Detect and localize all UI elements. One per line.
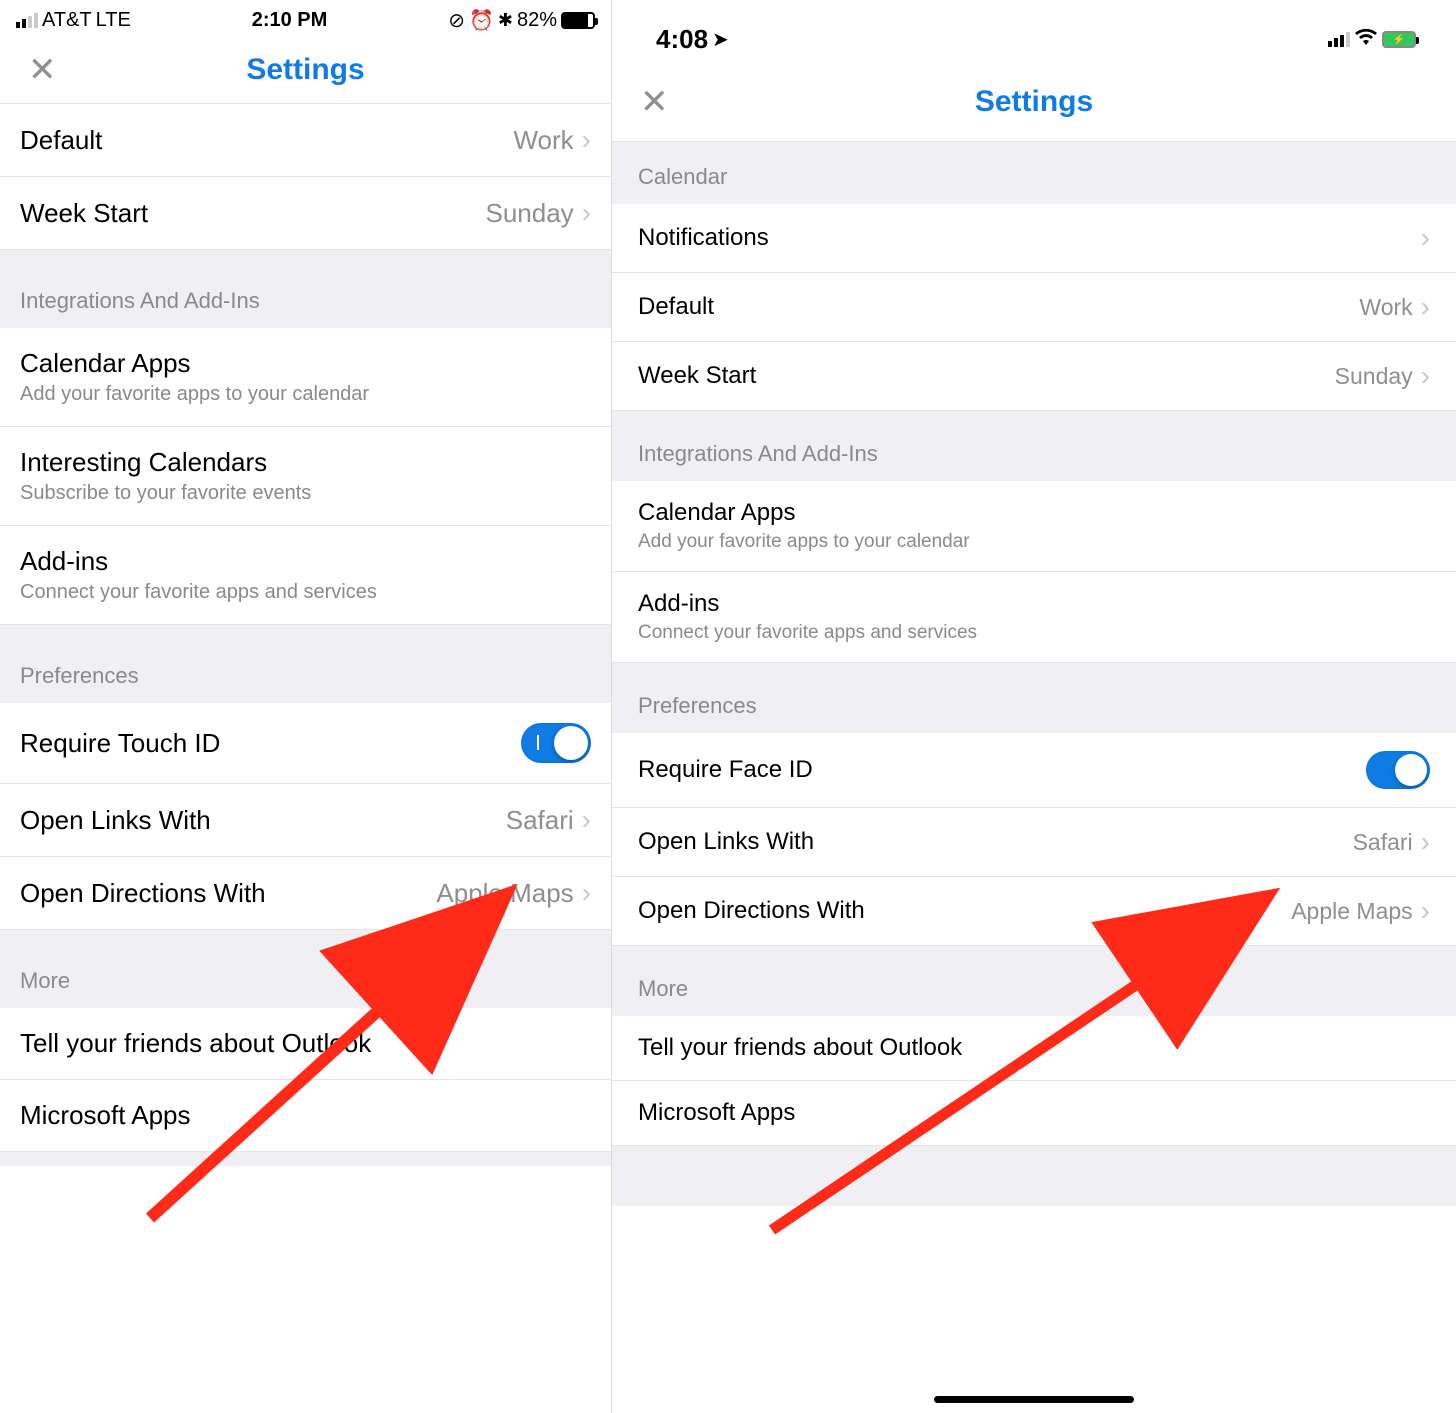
toggle-require-touchid[interactable] <box>521 723 591 763</box>
location-icon: ➤ <box>712 27 729 52</box>
battery-icon: ⚡ <box>1382 31 1416 48</box>
row-title: Interesting Calendars <box>20 447 311 478</box>
row-title: Tell your friends about Outlook <box>20 1028 371 1059</box>
row-default[interactable]: Default Work › <box>612 273 1456 342</box>
row-open-links[interactable]: Open Links With Safari › <box>0 784 611 857</box>
row-value: Sunday <box>1335 363 1413 390</box>
row-value: Sunday <box>485 198 573 229</box>
section-header-more: More <box>612 946 1456 1016</box>
close-icon[interactable]: ✕ <box>640 85 669 119</box>
battery-icon <box>561 12 595 29</box>
row-title: Open Directions With <box>20 878 266 909</box>
chevron-right-icon: › <box>582 197 591 229</box>
chevron-right-icon: › <box>582 877 591 909</box>
row-subtitle: Add your favorite apps to your calendar <box>20 383 369 406</box>
row-open-directions[interactable]: Open Directions With Apple Maps › <box>0 857 611 930</box>
chevron-right-icon: › <box>1421 360 1430 392</box>
row-title: Week Start <box>20 198 148 229</box>
phone-right: 4:08 ➤ ⚡ ✕ Settings Calendar Notificatio… <box>612 0 1456 1413</box>
row-title: Notifications <box>638 224 769 252</box>
row-title: Add-ins <box>20 546 377 577</box>
section-header-integrations: Integrations And Add-Ins <box>0 250 611 328</box>
row-title: Calendar Apps <box>20 348 369 379</box>
home-indicator <box>934 1396 1134 1403</box>
signal-icon <box>1328 32 1350 47</box>
row-subtitle: Add your favorite apps to your calendar <box>638 531 970 553</box>
row-interesting-calendars[interactable]: Interesting Calendars Subscribe to your … <box>0 427 611 526</box>
row-default[interactable]: Default Work › <box>0 104 611 177</box>
row-notifications[interactable]: Notifications › <box>612 204 1456 273</box>
row-tell-friends[interactable]: Tell your friends about Outlook <box>0 1008 611 1080</box>
row-title: Microsoft Apps <box>20 1100 191 1131</box>
close-icon[interactable]: ✕ <box>28 53 57 87</box>
row-require-faceid[interactable]: Require Face ID <box>612 733 1456 808</box>
rotation-lock-icon: ⊘ <box>448 8 465 33</box>
signal-icon <box>16 13 38 28</box>
row-title: Tell your friends about Outlook <box>638 1034 962 1062</box>
row-calendar-apps[interactable]: Calendar Apps Add your favorite apps to … <box>612 481 1456 572</box>
chevron-right-icon: › <box>1421 222 1430 254</box>
row-open-links[interactable]: Open Links With Safari › <box>612 808 1456 877</box>
wifi-icon <box>1354 28 1378 52</box>
row-value: Safari <box>1353 829 1413 856</box>
row-title: Require Touch ID <box>20 728 220 759</box>
chevron-right-icon: › <box>582 124 591 156</box>
section-header-integrations: Integrations And Add-Ins <box>612 411 1456 481</box>
row-title: Add-ins <box>638 590 977 618</box>
toggle-require-faceid[interactable] <box>1366 751 1430 789</box>
section-header-more: More <box>0 930 611 1008</box>
alarm-icon: ⏰ <box>469 8 494 33</box>
row-microsoft-apps[interactable]: Microsoft Apps <box>0 1080 611 1152</box>
row-subtitle: Subscribe to your favorite events <box>20 482 311 505</box>
row-title: Open Directions With <box>638 897 865 925</box>
chevron-right-icon: › <box>582 804 591 836</box>
row-value: Apple Maps <box>1291 898 1412 925</box>
row-title: Default <box>20 125 102 156</box>
row-title: Open Links With <box>638 828 814 856</box>
row-value: Apple Maps <box>436 878 573 909</box>
phone-left: AT&T LTE 2:10 PM ⊘ ⏰ ✱ 82% ✕ Settings De… <box>0 0 612 1413</box>
row-calendar-apps[interactable]: Calendar Apps Add your favorite apps to … <box>0 328 611 427</box>
row-title: Week Start <box>638 362 756 390</box>
row-subtitle: Connect your favorite apps and services <box>20 581 377 604</box>
chevron-right-icon: › <box>1421 291 1430 323</box>
row-require-touchid[interactable]: Require Touch ID <box>0 703 611 784</box>
section-header-preferences: Preferences <box>612 663 1456 733</box>
chevron-right-icon: › <box>1421 895 1430 927</box>
time-label: 2:10 PM <box>252 9 328 32</box>
page-title: Settings <box>246 53 364 87</box>
network-label: LTE <box>96 9 131 32</box>
carrier-label: AT&T <box>42 9 92 32</box>
row-value: Safari <box>506 805 574 836</box>
nav-header: ✕ Settings <box>0 37 611 104</box>
row-title: Microsoft Apps <box>638 1099 795 1127</box>
row-tell-friends[interactable]: Tell your friends about Outlook <box>612 1016 1456 1081</box>
row-subtitle: Connect your favorite apps and services <box>638 622 977 644</box>
page-title: Settings <box>975 85 1093 119</box>
row-add-ins[interactable]: Add-ins Connect your favorite apps and s… <box>0 526 611 625</box>
status-bar: AT&T LTE 2:10 PM ⊘ ⏰ ✱ 82% <box>0 0 611 37</box>
row-title: Calendar Apps <box>638 499 970 527</box>
row-value: Work <box>513 125 573 156</box>
row-open-directions[interactable]: Open Directions With Apple Maps › <box>612 877 1456 946</box>
row-add-ins[interactable]: Add-ins Connect your favorite apps and s… <box>612 572 1456 663</box>
section-header-calendar: Calendar <box>612 142 1456 204</box>
chevron-right-icon: › <box>1421 826 1430 858</box>
row-week-start[interactable]: Week Start Sunday › <box>0 177 611 250</box>
time-label: 4:08 <box>656 24 708 55</box>
status-bar: 4:08 ➤ ⚡ <box>612 0 1456 63</box>
row-title: Require Face ID <box>638 756 813 784</box>
battery-pct-label: 82% <box>517 9 557 32</box>
section-header-preferences: Preferences <box>0 625 611 703</box>
row-microsoft-apps[interactable]: Microsoft Apps <box>612 1081 1456 1146</box>
nav-header: ✕ Settings <box>612 63 1456 142</box>
bluetooth-icon: ✱ <box>498 10 513 31</box>
row-value: Work <box>1359 294 1412 321</box>
row-title: Default <box>638 293 714 321</box>
row-week-start[interactable]: Week Start Sunday › <box>612 342 1456 411</box>
row-title: Open Links With <box>20 805 211 836</box>
